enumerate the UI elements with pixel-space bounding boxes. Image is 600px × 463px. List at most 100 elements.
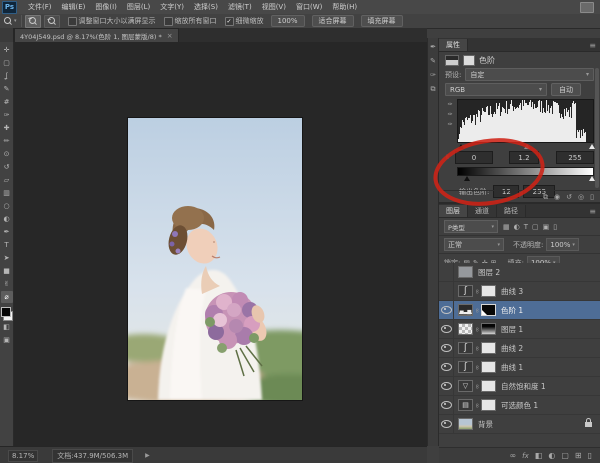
new-group-icon[interactable]: ▢ — [561, 451, 569, 460]
layer-mask-thumbnail[interactable] — [481, 285, 496, 297]
layer-row[interactable]: ∞ 自然饱和度 1 — [439, 377, 600, 396]
layer-mask-thumbnail[interactable] — [481, 380, 496, 392]
layer-style-icon[interactable]: fx — [522, 452, 529, 460]
shape-tool[interactable]: ■ — [1, 265, 13, 277]
opacity-field[interactable]: 100% ▾ — [546, 238, 579, 251]
auto-button[interactable]: 自动 — [551, 83, 581, 96]
menu-item-2[interactable]: 图像(I) — [90, 3, 122, 11]
layer-row[interactable]: ∞ 图层 1 — [439, 320, 600, 339]
option-button-0[interactable]: 100% — [271, 15, 305, 27]
layer-row[interactable]: 图层 2 — [439, 263, 600, 282]
menu-item-7[interactable]: 视图(V) — [257, 3, 291, 11]
healing-brush-tool[interactable]: ✚ — [1, 122, 13, 134]
status-zoom-field[interactable]: 8.17% — [8, 450, 38, 462]
menu-item-1[interactable]: 编辑(E) — [57, 3, 91, 11]
gray-point-eyedropper-icon[interactable]: ✑ — [447, 111, 452, 118]
layer-thumbnail[interactable] — [458, 342, 473, 354]
shadow-input-field[interactable]: 0 — [455, 151, 493, 164]
visibility-toggle[interactable] — [439, 301, 454, 319]
option-button-2[interactable]: 填充屏幕 — [361, 15, 403, 27]
filter-adjustment-icon[interactable]: ◐ — [514, 223, 520, 231]
marquee-tool[interactable]: ▢ — [1, 57, 13, 69]
layer-name[interactable]: 色阶 1 — [501, 305, 600, 316]
layer-mask-thumbnail[interactable] — [481, 304, 496, 316]
visibility-toggle[interactable] — [439, 358, 454, 376]
reset-icon[interactable]: ↺ — [566, 192, 572, 202]
quick-mask-tool[interactable]: ◧ — [1, 321, 13, 333]
preset-dropdown[interactable]: 自定 ▾ — [465, 68, 594, 81]
visibility-toggle[interactable] — [439, 415, 454, 433]
tab-properties[interactable]: 属性 — [439, 39, 468, 51]
new-adjustment-layer-icon[interactable]: ◐ — [548, 451, 555, 460]
delete-layer-icon[interactable]: ▯ — [588, 451, 592, 460]
layer-name[interactable]: 可选颜色 1 — [501, 400, 600, 411]
option-checkbox-2[interactable]: ✓细微缩放 — [225, 16, 264, 26]
layer-thumbnail[interactable] — [458, 323, 473, 335]
zoom-tool[interactable]: ⌀ — [1, 291, 13, 303]
menu-item-6[interactable]: 滤镜(T) — [223, 3, 257, 11]
highlight-input-field[interactable]: 255 — [556, 151, 594, 164]
dock-eyedropper-icon[interactable]: ✑ — [428, 70, 438, 80]
option-checkbox-1[interactable]: 缩放所有窗口 — [164, 16, 217, 26]
delete-adjustment-icon[interactable]: ▯ — [590, 192, 594, 202]
white-point-eyedropper-icon[interactable]: ✑ — [447, 121, 452, 128]
tab-channels[interactable]: 通道 — [468, 205, 497, 217]
quick-select-tool[interactable]: ✎ — [1, 83, 13, 95]
tab-paths[interactable]: 路径 — [497, 205, 526, 217]
visibility-toggle[interactable] — [439, 282, 454, 300]
layer-name[interactable]: 自然饱和度 1 — [501, 381, 600, 392]
shadow-input-slider[interactable] — [458, 144, 464, 149]
blur-tool[interactable]: ○ — [1, 200, 13, 212]
zoom-in-button[interactable]: + — [25, 15, 41, 28]
option-checkbox-0[interactable]: 调整窗口大小以满屏显示 — [68, 16, 156, 26]
zoom-tool-preset[interactable]: ▾ — [0, 15, 22, 27]
clone-stamp-tool[interactable]: ⊙ — [1, 148, 13, 160]
layer-thumbnail[interactable] — [458, 418, 473, 430]
gradient-tool[interactable]: ▥ — [1, 187, 13, 199]
eyedropper-tool[interactable]: ✑ — [1, 109, 13, 121]
visibility-toggle[interactable] — [439, 320, 454, 338]
layer-mask-thumbnail[interactable] — [481, 323, 496, 335]
tab-layers[interactable]: 图层 — [439, 205, 468, 217]
screen-mode-tool[interactable]: ▣ — [1, 334, 13, 346]
layer-name[interactable]: 曲线 1 — [501, 362, 600, 373]
layer-thumbnail[interactable] — [458, 399, 473, 411]
layer-row[interactable]: 背景 — [439, 415, 600, 434]
crop-tool[interactable]: # — [1, 96, 13, 108]
clip-to-layer-icon[interactable]: ⧉ — [543, 192, 548, 202]
link-layers-icon[interactable]: ∞ — [510, 451, 517, 460]
dock-panel-icon[interactable]: ⧉ — [428, 84, 438, 94]
scrollbar[interactable] — [595, 68, 599, 188]
layer-name[interactable]: 图层 1 — [501, 324, 600, 335]
layer-thumbnail[interactable] — [458, 361, 473, 373]
menu-item-3[interactable]: 图层(L) — [122, 3, 155, 11]
filter-type-icon[interactable]: T — [524, 223, 528, 231]
layer-thumbnail[interactable] — [458, 266, 473, 278]
add-mask-icon[interactable]: ◧ — [535, 451, 543, 460]
menu-item-4[interactable]: 文字(Y) — [155, 3, 189, 11]
layer-name[interactable]: 曲线 3 — [501, 286, 600, 297]
visibility-toggle[interactable] — [439, 263, 454, 281]
layer-mask-thumbnail[interactable] — [481, 361, 496, 373]
path-selection-tool[interactable]: ➤ — [1, 252, 13, 264]
zoom-out-button[interactable]: − — [44, 15, 60, 28]
output-shadow-slider[interactable] — [464, 176, 470, 181]
menu-item-5[interactable]: 选择(S) — [189, 3, 223, 11]
view-previous-state-icon[interactable]: ◉ — [554, 192, 560, 202]
document-tab[interactable]: 4Y04J549.psd @ 8.17%(色阶 1, 图层蒙版/8) * × — [14, 28, 179, 42]
visibility-toggle[interactable] — [439, 377, 454, 395]
layer-thumbnail[interactable] — [458, 304, 473, 316]
black-point-eyedropper-icon[interactable]: ✑ — [447, 101, 452, 108]
filter-smart-object-icon[interactable]: ▣ — [543, 223, 550, 231]
channel-dropdown[interactable]: RGB ▾ — [445, 83, 547, 96]
layer-row[interactable]: ∞ 色阶 1 — [439, 301, 600, 320]
eraser-tool[interactable]: ▱ — [1, 174, 13, 186]
dodge-tool[interactable]: ◐ — [1, 213, 13, 225]
photo-document[interactable] — [128, 118, 302, 400]
layer-thumbnail[interactable] — [458, 380, 473, 392]
layer-row[interactable]: ∞ 可选颜色 1 — [439, 396, 600, 415]
layer-row[interactable]: ∞ 曲线 3 — [439, 282, 600, 301]
panel-menu-icon[interactable]: ≡ — [589, 207, 596, 217]
visibility-toggle[interactable] — [439, 339, 454, 357]
filter-toggle-icon[interactable]: ▯ — [553, 223, 557, 231]
